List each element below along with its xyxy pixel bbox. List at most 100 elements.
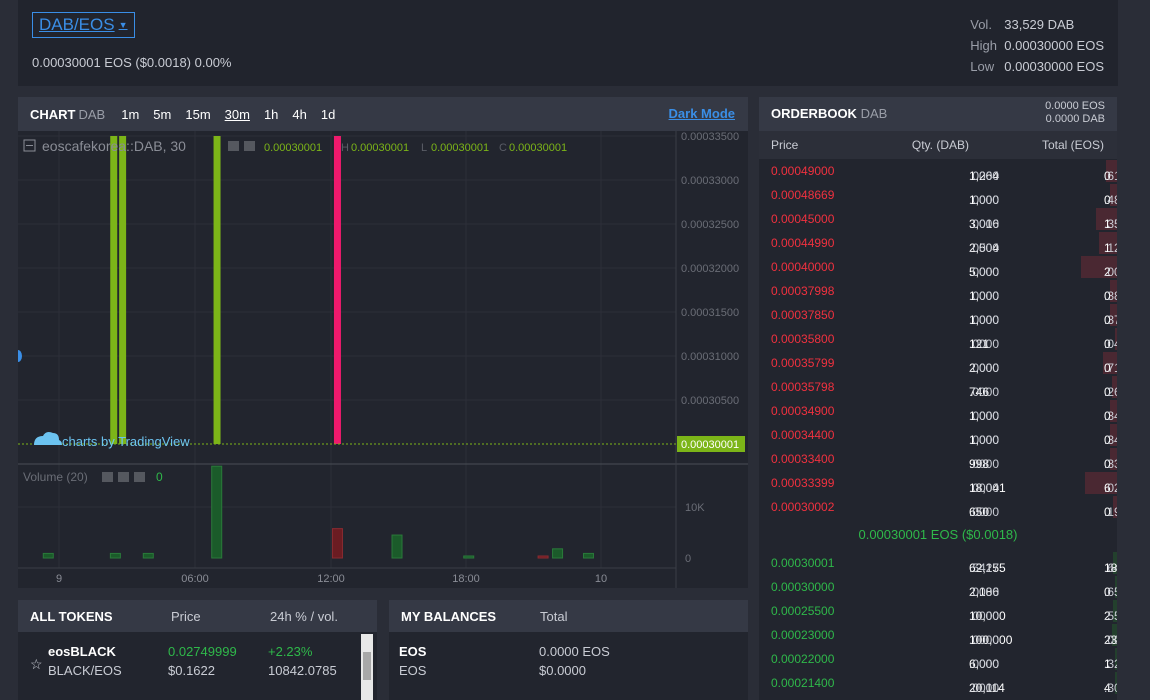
tokens-scrollbar[interactable]	[361, 634, 373, 700]
stat-value: 0.00030000 EOS	[1004, 38, 1104, 53]
order-qty-dec: .0000	[969, 681, 1000, 695]
legend-ohlc-l-label: L	[421, 142, 427, 154]
price-tick-label: 0.00031000	[681, 351, 739, 363]
ask-row[interactable]: 0.00035798746.00000.2671	[759, 375, 1117, 399]
ask-row[interactable]: 0.000400005,000.00002.0000	[759, 255, 1117, 279]
order-total-dec: .6558	[1104, 585, 1117, 599]
price-chart[interactable]: 0.00033500 0.00033000 0.00032500 0.00032000…	[18, 131, 748, 588]
token-name: eosBLACK	[48, 644, 116, 659]
ask-row[interactable]: 0.000490001,264.00000.6194	[759, 159, 1117, 183]
order-qty-dec: .0000	[969, 289, 1000, 303]
order-total-dec: .3490	[1104, 409, 1117, 423]
legend-ohlc-close: 0.00030001	[509, 142, 567, 154]
stat-value: 33,529 DAB	[1004, 17, 1075, 32]
all-tokens-header: ALL TOKENS Price 24h % / vol.	[18, 600, 377, 632]
scroll-handle-icon	[18, 350, 22, 362]
timeframe-5m[interactable]: 5m	[153, 107, 171, 122]
order-price: 0.00022000	[771, 652, 835, 666]
market-stats: Vol. 33,529 DAB High 0.00030000 EOS Low 0.0…	[970, 14, 1104, 77]
volume-value: 0	[156, 470, 163, 484]
stat-label: High	[970, 38, 997, 53]
ask-row[interactable]: 0.000379981,000.00000.3800	[759, 279, 1117, 303]
orderbook-title: ORDERBOOK DAB	[771, 106, 888, 121]
scrollbar-thumb[interactable]	[363, 652, 371, 680]
stat-label: Low	[970, 59, 995, 74]
order-price: 0.00045000	[771, 212, 835, 226]
col-token-change: 24h % / vol.	[270, 609, 338, 624]
candle	[119, 136, 127, 444]
order-qty-dec: .0000	[969, 169, 1000, 183]
ask-row[interactable]: 0.000357992,000.00000.7160	[759, 351, 1117, 375]
order-total-dec: .3333	[1104, 457, 1117, 471]
ask-row[interactable]: 0.00035800121.00000.0433	[759, 327, 1117, 351]
balance-token-sub: EOS	[399, 663, 427, 678]
order-price: 0.00035799	[771, 356, 835, 370]
last-price-tag-text: 0.00030001	[681, 439, 739, 451]
star-icon[interactable]: ☆	[30, 656, 43, 673]
ask-row[interactable]: 0.00030002650.00000.1950	[759, 495, 1117, 519]
dark-mode-link[interactable]: Dark Mode	[669, 106, 735, 121]
price-tick-label: 0.00033500	[681, 131, 739, 143]
col-qty: Qty. (DAB)	[911, 138, 969, 152]
timeframe-15m[interactable]: 15m	[185, 107, 210, 122]
tradingview-attribution: charts by TradingView	[62, 434, 190, 449]
order-total-dec: .1950	[1104, 505, 1117, 519]
timeframe-30m[interactable]: 30m	[225, 107, 250, 122]
legend-ohlc-h-label: H	[341, 142, 349, 154]
order-total-dec: .3785	[1104, 313, 1117, 327]
ask-row[interactable]: 0.000349001,000.00000.3490	[759, 399, 1117, 423]
order-qty-dec: .0000	[969, 657, 1000, 671]
token-usd: $0.1622	[168, 663, 215, 678]
order-total-dec: .2671	[1104, 385, 1117, 399]
ask-row[interactable]: 0.0003339918,041.00006.0255	[759, 471, 1117, 495]
volume-bar	[142, 552, 154, 559]
bid-row[interactable]: 0.000300002,186.00000.6558	[759, 575, 1117, 599]
ask-row[interactable]: 0.000450003,016.00001.3572	[759, 207, 1117, 231]
bid-row[interactable]: 0.0002140020,114.00004.3044	[759, 671, 1117, 695]
volume-settings-icon	[118, 472, 129, 482]
stat-value: 0.00030000 EOS	[1004, 59, 1104, 74]
stat-label: Vol.	[970, 17, 992, 32]
token-row[interactable]: ☆ eosBLACK BLACK/EOS 0.02749999 $0.1622 …	[18, 632, 377, 700]
order-qty-dec: .0000	[969, 433, 1000, 447]
volume-axis: 10K 0	[685, 502, 705, 565]
chart-panel: CHART DAB 1m 5m 15m 30m 1h 4h 1d Dark Mo…	[18, 97, 748, 588]
candle	[213, 136, 221, 444]
candle	[110, 136, 118, 444]
order-total-dec: .1265	[1104, 241, 1117, 255]
ask-row[interactable]: 0.00033400998.00000.3333	[759, 447, 1117, 471]
pair-selector[interactable]: DAB/EOS ▼	[32, 12, 135, 38]
col-token-price: Price	[171, 609, 201, 624]
ask-row[interactable]: 0.000486691,000.00000.4867	[759, 183, 1117, 207]
candles	[110, 136, 341, 444]
ask-row[interactable]: 0.000344001,000.00000.3440	[759, 423, 1117, 447]
legend-ohlc-high: 0.00030001	[351, 142, 409, 154]
market-header: DAB/EOS ▼ 0.00030001 EOS ($0.0018) 0.00%…	[18, 0, 1118, 86]
bid-row[interactable]: 0.0002550010,000.00002.5500	[759, 599, 1117, 623]
ask-row[interactable]: 0.000378501,000.00000.3785	[759, 303, 1117, 327]
my-balances-header: MY BALANCES Total	[389, 600, 748, 632]
tradingview-cloud-icon	[34, 432, 62, 445]
order-total-dec: .0433	[1104, 337, 1117, 351]
timeframe-1h[interactable]: 1h	[264, 107, 278, 122]
legend-close-icon[interactable]	[244, 141, 255, 151]
order-price: 0.00049000	[771, 164, 835, 178]
timeframe-4h[interactable]: 4h	[292, 107, 306, 122]
price-tick-label: 0.00031500	[681, 307, 739, 319]
bid-row[interactable]: 0.00023000100,000.000023.0000	[759, 623, 1117, 647]
my-balances-panel: MY BALANCES Total EOS EOS 0.0000 EOS $0.…	[389, 600, 748, 700]
all-tokens-panel: ALL TOKENS Price 24h % / vol. ☆ eosBLACK…	[18, 600, 377, 700]
balance-usd: $0.0000	[539, 663, 586, 678]
ask-row[interactable]: 0.000449902,504.00001.1265	[759, 231, 1117, 255]
legend-settings-icon[interactable]	[228, 141, 239, 151]
bid-row[interactable]: 0.0003000162,155.542718.6473	[759, 551, 1117, 575]
order-total-dec: .3800	[1104, 289, 1117, 303]
timeframe-1m[interactable]: 1m	[121, 107, 139, 122]
bid-row[interactable]: 0.000220006,000.00001.3200	[759, 647, 1117, 671]
order-price: 0.00044990	[771, 236, 835, 250]
price-axis: 0.00033500 0.00033000 0.00032500 0.00032000…	[681, 131, 739, 407]
balance-row[interactable]: EOS EOS 0.0000 EOS $0.0000	[389, 632, 748, 700]
order-qty-dec: .0000	[969, 265, 1000, 279]
timeframe-1d[interactable]: 1d	[321, 107, 335, 122]
candle	[333, 136, 341, 444]
